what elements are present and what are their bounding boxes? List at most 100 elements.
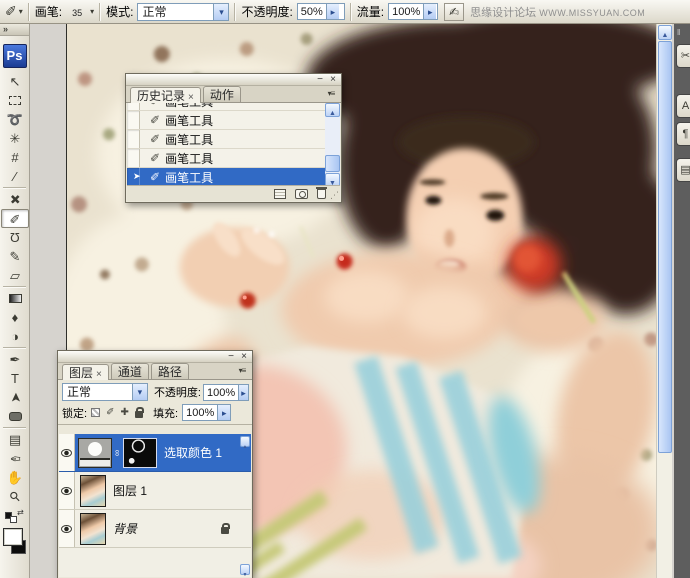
layer-opacity-field[interactable]: 100% <box>203 383 249 401</box>
layer-thumbnail[interactable] <box>80 474 106 507</box>
layer-name[interactable]: 选取颜色 1 <box>164 444 222 461</box>
scroll-up-button[interactable] <box>658 25 672 40</box>
tool-preset-picker-arrow[interactable]: ▾ <box>19 7 23 16</box>
tab-history[interactable]: 历史记录 × <box>130 87 201 103</box>
panel-resize-grip[interactable] <box>330 190 339 201</box>
flow-field[interactable]: 100% <box>388 3 439 20</box>
delete-state-trash-icon[interactable] <box>316 186 327 199</box>
layer-mask-thumbnail[interactable] <box>123 437 157 468</box>
lock-all-icon[interactable] <box>134 407 144 418</box>
layer-blend-mode-dropdown[interactable]: 正常 <box>62 383 148 401</box>
airbrush-toggle-button[interactable]: ✍ <box>444 2 465 21</box>
notes-tool[interactable]: ▤ <box>0 430 30 449</box>
brush-tool[interactable]: ✐ <box>1 209 29 228</box>
minimize-icon[interactable]: − <box>317 74 323 85</box>
new-document-from-state-icon[interactable] <box>274 188 286 199</box>
dock-panel-button-1[interactable]: ✂ <box>676 44 690 68</box>
healing-brush-tool[interactable]: ✚ <box>0 190 30 209</box>
slice-tool[interactable]: ∕ <box>0 167 30 186</box>
history-state-row[interactable]: ✐画笔工具 <box>127 130 325 149</box>
lock-transparency-icon[interactable] <box>91 408 101 417</box>
lasso-tool[interactable]: ➰ <box>0 110 30 129</box>
layer-fill-field[interactable]: 100% <box>182 404 232 421</box>
history-state-row[interactable]: ✐画笔工具 <box>127 103 325 111</box>
visibility-well[interactable] <box>59 510 75 547</box>
layer-mask-link-icon[interactable]: ∞ <box>113 448 123 457</box>
chevron-down-icon[interactable] <box>131 384 147 400</box>
hand-tool[interactable]: ✋ <box>0 468 30 487</box>
history-source-well[interactable] <box>127 111 140 129</box>
close-icon[interactable]: × <box>241 351 247 362</box>
blur-tool[interactable]: ♦ <box>0 308 30 327</box>
scroll-up-button[interactable] <box>325 103 340 117</box>
type-tool[interactable]: T <box>0 369 30 388</box>
default-and-swap-colors[interactable]: ⇄ <box>0 508 29 524</box>
layer-thumbnail[interactable] <box>80 512 106 545</box>
history-source-well[interactable] <box>127 130 140 148</box>
brush-picker-arrow[interactable]: ▾ <box>90 7 94 16</box>
dock-panel-button-paragraph[interactable]: ¶ <box>676 122 690 146</box>
layer-row-selected[interactable]: ∞ 选取颜色 1 <box>59 434 251 472</box>
history-source-well[interactable] <box>127 103 140 110</box>
tab-layers[interactable]: 图层 × <box>62 364 109 380</box>
tab-channels[interactable]: 通道 <box>110 363 149 379</box>
history-state-row[interactable]: ✐画笔工具 <box>127 149 325 168</box>
rectangular-marquee-tool[interactable] <box>0 91 30 110</box>
blend-mode-dropdown[interactable]: 正常 <box>137 2 230 21</box>
zoom-tool[interactable]: ⚲ <box>0 487 30 506</box>
path-selection-tool[interactable]: ➤ <box>0 388 30 407</box>
eraser-tool[interactable]: ▱ <box>0 266 30 285</box>
history-source-well[interactable] <box>127 168 140 186</box>
layers-panel-titlebar[interactable]: − × <box>58 351 252 363</box>
tab-close-icon[interactable]: × <box>188 92 194 103</box>
history-panel-titlebar[interactable]: − × <box>126 74 341 86</box>
close-icon[interactable]: × <box>330 74 336 85</box>
move-tool[interactable]: ↖ <box>0 72 30 91</box>
tab-actions[interactable]: 动作 <box>202 86 241 102</box>
history-source-well[interactable] <box>127 149 140 167</box>
lock-pixels-brush-icon[interactable]: ✐ <box>106 407 114 418</box>
toolbox-collapse-chevron[interactable]: » <box>0 24 29 36</box>
layer-name[interactable]: 背景 <box>113 520 137 537</box>
foreground-color-swatch[interactable] <box>3 528 23 546</box>
adjustment-layer-thumbnail[interactable] <box>78 437 112 468</box>
layer-name[interactable]: 图层 1 <box>113 482 147 499</box>
dodge-tool[interactable]: ◑ <box>0 327 30 346</box>
new-snapshot-camera-icon[interactable] <box>295 188 308 199</box>
pen-tool[interactable]: ✒ <box>0 350 30 369</box>
magic-wand-tool[interactable]: ✳ <box>0 129 30 148</box>
flow-slider-arrow[interactable] <box>423 4 437 19</box>
chevron-down-icon[interactable] <box>213 3 229 20</box>
panel-menu-icon[interactable] <box>235 365 249 377</box>
crop-tool[interactable]: # <box>0 148 30 167</box>
lock-position-move-icon[interactable]: ✚ <box>120 407 128 418</box>
fill-slider-arrow[interactable] <box>217 405 231 420</box>
dock-panel-button-4[interactable]: ▤ <box>676 158 690 182</box>
history-scrollbar[interactable] <box>325 103 340 187</box>
swap-colors-icon[interactable]: ⇄ <box>17 508 24 517</box>
minimize-icon[interactable]: − <box>228 351 234 362</box>
dock-panel-button-character[interactable]: A <box>676 94 690 118</box>
eyedropper-tool[interactable]: ✑ <box>0 449 30 468</box>
visibility-well[interactable] <box>59 434 75 471</box>
dock-grip[interactable]: ‖ <box>677 28 690 38</box>
scroll-down-button[interactable] <box>240 564 250 575</box>
tab-close-icon[interactable]: × <box>96 369 102 380</box>
layers-scrollbar[interactable] <box>240 436 250 575</box>
history-brush-tool[interactable]: ✎ <box>0 247 30 266</box>
scrollbar-thumb[interactable] <box>325 155 340 172</box>
history-state-row[interactable]: ✐画笔工具 <box>127 111 325 130</box>
eye-icon[interactable] <box>61 524 72 533</box>
eye-icon[interactable] <box>61 448 72 457</box>
document-vertical-scrollbar[interactable] <box>656 24 672 578</box>
opacity-field[interactable]: 50% <box>296 3 345 20</box>
brush-preset-preview[interactable]: 35 <box>66 5 88 19</box>
visibility-well[interactable] <box>59 472 75 509</box>
gradient-tool[interactable] <box>0 289 30 308</box>
shape-tool[interactable] <box>0 407 30 426</box>
clone-stamp-tool[interactable]: Ω <box>0 228 30 247</box>
panel-menu-icon[interactable] <box>324 88 338 100</box>
layer-row[interactable]: 图层 1 <box>59 472 251 510</box>
layer-row-background[interactable]: 背景 <box>59 510 251 548</box>
opacity-slider-arrow[interactable] <box>325 4 339 19</box>
